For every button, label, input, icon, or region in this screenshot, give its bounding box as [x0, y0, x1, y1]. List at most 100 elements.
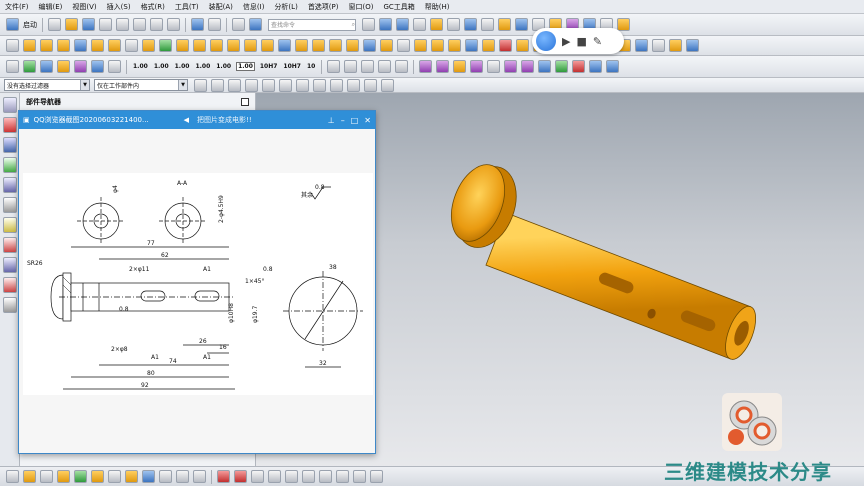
assembly-navigator-icon[interactable] — [2, 97, 17, 113]
circle-icon[interactable] — [302, 470, 315, 483]
menu-edit[interactable]: 编辑(E) — [34, 2, 68, 12]
extrude-icon[interactable] — [23, 39, 36, 52]
boss-icon[interactable] — [142, 39, 155, 52]
close-icon[interactable] — [241, 97, 249, 106]
display-icon[interactable] — [108, 60, 121, 73]
select-icon[interactable] — [6, 470, 19, 483]
note-icon[interactable] — [419, 60, 433, 73]
vector-icon[interactable] — [40, 60, 53, 73]
fit-tolerance-2[interactable]: 10H7 — [282, 62, 302, 71]
redo-icon[interactable] — [208, 18, 221, 31]
copy-icon[interactable] — [133, 18, 146, 31]
qq-promo-link[interactable]: 把图片变成电影!! — [197, 115, 252, 125]
menu-info[interactable]: 信息(I) — [238, 2, 270, 12]
cone-icon[interactable] — [91, 39, 104, 52]
fit-tolerance-1[interactable]: 10H7 — [259, 62, 279, 71]
extract-icon[interactable] — [635, 39, 648, 52]
tolerance-format-1[interactable]: 1.00 — [132, 62, 149, 71]
mirror-icon[interactable] — [380, 39, 393, 52]
command-finder-icon[interactable] — [249, 18, 262, 31]
search-icon[interactable]: ⌕ — [352, 21, 355, 29]
fillet-icon[interactable] — [319, 470, 332, 483]
feature-icon[interactable] — [57, 470, 70, 483]
chevron-down-icon[interactable]: ▼ — [178, 80, 187, 90]
rotate-icon[interactable] — [396, 18, 409, 31]
datum-plane-icon[interactable] — [465, 39, 478, 52]
split-body-icon[interactable] — [414, 39, 427, 52]
stop-icon[interactable]: ■ — [576, 35, 586, 48]
intersection-icon[interactable] — [279, 78, 292, 92]
datum-target-icon[interactable] — [470, 60, 484, 73]
repeat-command-icon[interactable] — [232, 18, 245, 31]
assembly-icon[interactable] — [515, 18, 528, 31]
pan-icon[interactable] — [413, 18, 426, 31]
feature-control-icon[interactable] — [504, 60, 518, 73]
sphere-icon[interactable] — [108, 39, 121, 52]
thread-icon[interactable] — [346, 39, 359, 52]
crosshatch-icon[interactable] — [555, 60, 569, 73]
history-icon[interactable] — [2, 217, 17, 233]
sketch-icon[interactable] — [6, 39, 19, 52]
draft-icon[interactable] — [312, 39, 325, 52]
sketch-toggle-icon[interactable] — [251, 470, 264, 483]
shaded-view-icon[interactable] — [430, 18, 443, 31]
shell-icon[interactable] — [329, 39, 342, 52]
quadrant-icon[interactable] — [313, 78, 326, 92]
intersect-icon[interactable] — [261, 39, 274, 52]
slot-icon[interactable] — [193, 39, 206, 52]
fit-view-icon[interactable] — [362, 18, 375, 31]
close-icon[interactable]: ✕ — [364, 116, 371, 125]
arc-icon[interactable] — [285, 470, 298, 483]
weld-icon[interactable] — [436, 60, 450, 73]
cut-icon[interactable] — [116, 18, 129, 31]
qq-screenshot-window[interactable]: ▣ QQ浏览器截图20200603221400... ◀ 把图片变成电影!! ⊥… — [18, 110, 376, 454]
pen-icon[interactable]: ✎ — [593, 35, 602, 48]
leader-icon[interactable] — [538, 60, 552, 73]
snap-toggle-icon[interactable] — [23, 470, 36, 483]
layer-icon[interactable] — [481, 18, 494, 31]
maximize-icon[interactable]: □ — [351, 116, 359, 125]
dimension-icon[interactable] — [234, 470, 247, 483]
menu-format[interactable]: 格式(R) — [136, 2, 170, 12]
constraint-navigator-icon[interactable] — [2, 117, 17, 133]
menu-insert[interactable]: 插入(S) — [102, 2, 136, 12]
manufacturing-wizards-icon[interactable] — [2, 297, 17, 313]
cylinder-icon[interactable] — [74, 39, 87, 52]
menu-window[interactable]: 窗口(O) — [344, 2, 379, 12]
menu-file[interactable]: 文件(F) — [0, 2, 34, 12]
qq-window-titlebar[interactable]: ▣ QQ浏览器截图20200603221400... ◀ 把图片变成电影!! ⊥… — [19, 111, 375, 129]
tolerance-format-3[interactable]: 1.00 — [174, 62, 191, 71]
constraint-icon[interactable] — [217, 470, 230, 483]
save-icon[interactable] — [82, 18, 95, 31]
section-view-icon[interactable] — [464, 18, 477, 31]
chevron-down-icon[interactable]: ▼ — [80, 80, 89, 90]
web-browser-icon[interactable] — [2, 197, 17, 213]
show-hide-icon[interactable] — [159, 470, 172, 483]
grid-toggle-icon[interactable] — [40, 470, 53, 483]
symbol-icon[interactable] — [395, 60, 409, 73]
edge-blend-icon[interactable] — [278, 39, 291, 52]
hd3d-tools-icon[interactable] — [2, 177, 17, 193]
undo-icon[interactable] — [191, 18, 204, 31]
filter-icon[interactable] — [194, 78, 207, 92]
paste-icon[interactable] — [150, 18, 163, 31]
pocket-icon[interactable] — [159, 39, 172, 52]
menu-analysis[interactable]: 分析(L) — [269, 2, 302, 12]
pattern-icon[interactable] — [363, 39, 376, 52]
control-point-icon[interactable] — [262, 78, 275, 92]
tolerance-format-2[interactable]: 1.00 — [153, 62, 170, 71]
speaker-icon[interactable]: ◀ — [184, 116, 189, 124]
angle-icon[interactable] — [361, 60, 375, 73]
offset-face-icon[interactable] — [431, 39, 444, 52]
view-orientation-icon[interactable] — [447, 18, 460, 31]
existing-point-icon[interactable] — [330, 78, 343, 92]
centerline-icon[interactable] — [572, 60, 586, 73]
pin-icon[interactable]: ⊥ — [328, 116, 335, 125]
cursor-icon[interactable] — [193, 470, 206, 483]
subtract-icon[interactable] — [244, 39, 257, 52]
color-icon[interactable] — [91, 60, 104, 73]
tolerance-format-6[interactable]: 1.00 — [236, 62, 255, 71]
edit-icon[interactable] — [74, 470, 87, 483]
menu-preferences[interactable]: 首选项(P) — [303, 2, 344, 12]
block-icon[interactable] — [57, 39, 70, 52]
